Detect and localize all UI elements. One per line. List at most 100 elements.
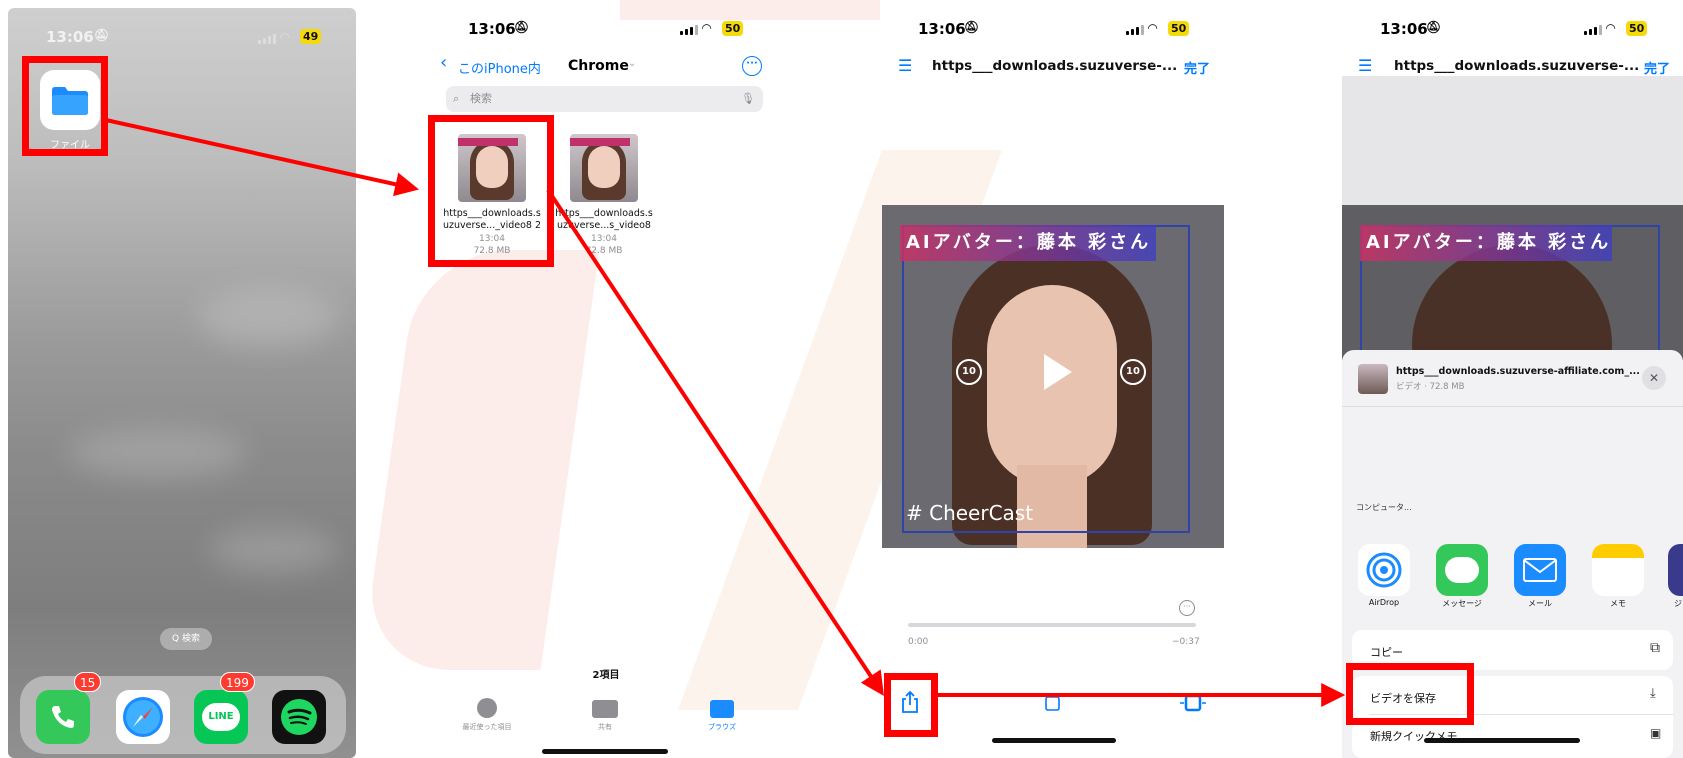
skip-forward-icon[interactable]: 10 <box>1120 359 1146 385</box>
airdrop-app[interactable] <box>1358 544 1410 596</box>
partial-app[interactable] <box>1668 544 1683 596</box>
wallpaper-blob <box>208 528 338 573</box>
messages-app[interactable] <box>1436 544 1488 596</box>
status-time: 13:06 <box>46 28 94 46</box>
status-time: 13:06 <box>1380 20 1428 38</box>
quick-note-icon: ▣ <box>1650 726 1662 740</box>
chevron-down-icon[interactable]: ⌄ <box>1610 58 1618 69</box>
tab-shared[interactable]: 共有 <box>565 722 645 732</box>
file-thumbnail[interactable] <box>570 134 638 202</box>
microphone-icon[interactable]: 🎙︎ <box>741 86 755 112</box>
airdrop-icon <box>1366 552 1402 588</box>
mail-app[interactable] <box>1514 544 1566 596</box>
player-title: https___downloads.suzuverse-... <box>1394 58 1640 74</box>
tab-recents[interactable]: 最近使った項目 <box>447 722 527 732</box>
home-indicator <box>992 738 1116 743</box>
share-file-title: https___downloads.suzuverse-affiliate.co… <box>1396 366 1640 377</box>
file-size: 72.8 MB <box>585 246 623 256</box>
phone-badge: 15 <box>74 672 102 692</box>
signal-icon <box>1126 25 1144 35</box>
signal-icon <box>680 25 698 35</box>
tutorial-composite: 13:06 🔕︎ ◠ 49 ファイル Q 検索 15 LINE 199 13:0… <box>0 0 1683 758</box>
silent-bell-icon: 🔕︎ <box>1426 20 1442 34</box>
back-button[interactable]: このiPhone内 <box>458 58 541 77</box>
play-icon[interactable] <box>1044 354 1072 390</box>
close-icon[interactable]: ✕ <box>1642 366 1666 390</box>
safari-app-icon[interactable] <box>116 690 170 744</box>
battery-indicator: 50 <box>1626 21 1648 36</box>
video-banner: AIアバター：藤本 彩さん <box>900 225 1156 261</box>
divider <box>1342 406 1683 407</box>
search-placeholder: 検索 <box>470 92 492 105</box>
more-options-icon[interactable]: ··· <box>1179 600 1195 616</box>
video-frame: AIアバター：藤本 彩さん <box>1342 205 1683 360</box>
share-app-label: AirDrop <box>1368 598 1400 607</box>
silent-bell-icon: 🔕︎ <box>514 20 530 34</box>
highlight-save-video <box>1346 663 1474 725</box>
envelope-icon <box>1523 558 1557 582</box>
browse-folder-icon[interactable] <box>710 700 734 718</box>
clock-icon[interactable] <box>477 698 497 718</box>
shared-folder-icon[interactable] <box>592 700 618 718</box>
thumbnail-banner <box>570 138 630 146</box>
file-time: 13:04 <box>591 234 617 244</box>
file-name-line: uzuverse...s_video8 <box>557 220 651 231</box>
chevron-down-icon[interactable]: ⌄ <box>1148 58 1156 69</box>
home-search-pill[interactable]: Q 検索 <box>160 628 212 650</box>
list-icon[interactable]: ☰ <box>1358 56 1372 75</box>
done-button[interactable]: 完了 <box>1184 58 1210 77</box>
share-app-label: メッセージ <box>1442 599 1482 608</box>
time-remaining: −0:37 <box>1172 637 1200 647</box>
share-app-label: メール <box>1528 599 1552 608</box>
more-options-icon[interactable]: ··· <box>742 56 762 76</box>
signal-icon <box>258 34 276 44</box>
done-button[interactable]: 完了 <box>1644 58 1670 77</box>
file-thumbnail <box>1358 364 1388 394</box>
dimmed-background <box>1342 76 1683 206</box>
battery-indicator: 50 <box>722 21 744 36</box>
item-count: 2項目 <box>592 670 620 681</box>
highlight-video-file <box>428 115 554 267</box>
notes-icon <box>1592 544 1644 558</box>
wifi-icon: ◠ <box>280 30 290 44</box>
share-file-subtitle: ビデオ · 72.8 MB <box>1396 382 1465 392</box>
phone-handset-icon <box>52 706 74 728</box>
line-badge: 199 <box>220 672 255 692</box>
video-frame[interactable]: AIアバター：藤本 彩さん # CheerCast 10 10 <box>882 205 1224 548</box>
speech-bubble-icon <box>1445 557 1479 583</box>
wifi-icon: ◠ <box>702 21 712 35</box>
compass-icon <box>123 697 163 737</box>
phone-app-icon[interactable] <box>36 690 90 744</box>
notes-app[interactable] <box>1592 544 1644 596</box>
battery-indicator: 50 <box>1168 21 1190 36</box>
wallpaper-blob <box>68 428 248 478</box>
silent-bell-icon: 🔕︎ <box>94 28 110 42</box>
video-player-panel: 13:06 🔕︎ ◠ 50 ☰ https___downloads.suzuve… <box>882 0 1224 758</box>
list-icon[interactable]: ☰ <box>898 56 912 75</box>
wifi-icon: ◠ <box>1606 21 1616 35</box>
share-app-label: ジ <box>1674 599 1682 608</box>
back-chevron-icon[interactable]: ‹ <box>440 52 447 73</box>
save-download-icon: ⤓ <box>1650 686 1656 701</box>
battery-indicator: 49 <box>300 29 322 44</box>
status-time: 13:06 <box>468 20 516 38</box>
trim-icon[interactable] <box>1178 694 1208 712</box>
search-input[interactable]: ⌕ 検索 🎙︎ <box>446 86 763 112</box>
home-indicator <box>542 749 668 754</box>
action-copy[interactable]: コピー <box>1370 644 1403 660</box>
spotify-app-icon[interactable] <box>272 690 326 744</box>
time-elapsed: 0:00 <box>908 637 929 647</box>
video-banner: AIアバター：藤本 彩さん <box>1360 225 1612 261</box>
pip-icon[interactable] <box>1042 694 1062 712</box>
skip-back-icon[interactable]: 10 <box>956 359 982 385</box>
folder-title[interactable]: Chrome <box>568 58 629 74</box>
wifi-icon: ◠ <box>1148 21 1158 35</box>
progress-bar[interactable] <box>908 623 1196 627</box>
silent-bell-icon: 🔕︎ <box>964 20 980 34</box>
tab-browse[interactable]: ブラウズ <box>682 722 762 732</box>
wallpaper-blob <box>198 288 338 348</box>
line-app-icon[interactable]: LINE <box>194 690 248 744</box>
signal-icon <box>1584 25 1602 35</box>
chevron-down-icon[interactable]: ⌄ <box>628 58 636 69</box>
section-label: コンピュータ... <box>1356 503 1412 512</box>
